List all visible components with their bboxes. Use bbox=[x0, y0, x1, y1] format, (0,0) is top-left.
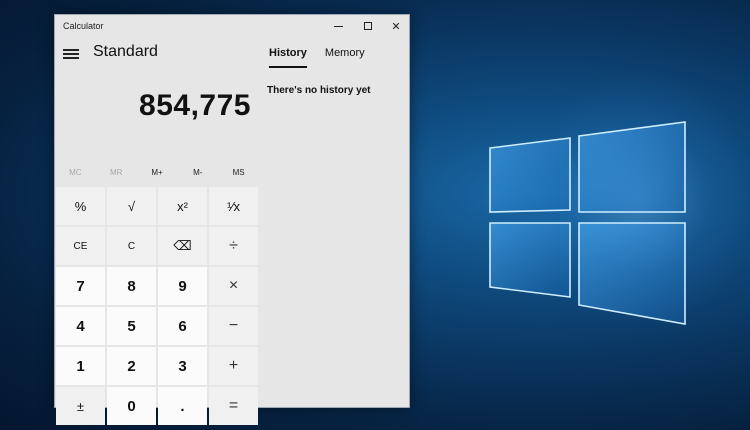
keypad: % √ x² ¹⁄x CE C ⌫ ÷ 7 8 9 × 4 5 6 − 1 2 … bbox=[56, 187, 258, 425]
minimize-button[interactable] bbox=[323, 15, 353, 37]
digit-7-button[interactable]: 7 bbox=[56, 267, 105, 305]
square-button[interactable]: x² bbox=[158, 187, 207, 225]
digit-3-button[interactable]: 3 bbox=[158, 347, 207, 385]
digit-2-button[interactable]: 2 bbox=[107, 347, 156, 385]
tab-history[interactable]: History bbox=[269, 47, 307, 68]
backspace-button[interactable]: ⌫ bbox=[158, 227, 207, 265]
close-icon: ✕ bbox=[391, 20, 401, 33]
memory-subtract-button[interactable]: M- bbox=[177, 165, 218, 181]
percent-button[interactable]: % bbox=[56, 187, 105, 225]
panel-tabs: History Memory bbox=[269, 47, 365, 68]
memory-add-button[interactable]: M+ bbox=[137, 165, 178, 181]
multiply-button[interactable]: × bbox=[209, 267, 258, 305]
add-button[interactable]: + bbox=[209, 347, 258, 385]
history-empty-message: There's no history yet bbox=[267, 85, 371, 96]
digit-4-button[interactable]: 4 bbox=[56, 307, 105, 345]
equals-button[interactable]: = bbox=[209, 387, 258, 425]
close-button[interactable]: ✕ bbox=[381, 15, 411, 37]
subtract-button[interactable]: − bbox=[209, 307, 258, 345]
reciprocal-button[interactable]: ¹⁄x bbox=[209, 187, 258, 225]
digit-0-button[interactable]: 0 bbox=[107, 387, 156, 425]
maximize-button[interactable] bbox=[353, 15, 383, 37]
history-panel: History Memory There's no history yet bbox=[259, 37, 409, 407]
maximize-icon bbox=[364, 22, 372, 30]
window-title: Calculator bbox=[63, 21, 104, 31]
result-display: 854,775 bbox=[139, 89, 251, 122]
mode-title: Standard bbox=[93, 43, 158, 60]
clear-entry-button[interactable]: CE bbox=[56, 227, 105, 265]
digit-9-button[interactable]: 9 bbox=[158, 267, 207, 305]
divide-button[interactable]: ÷ bbox=[209, 227, 258, 265]
square-root-button[interactable]: √ bbox=[107, 187, 156, 225]
memory-recall-button[interactable]: MR bbox=[96, 165, 137, 181]
minimize-icon bbox=[333, 25, 343, 27]
digit-6-button[interactable]: 6 bbox=[158, 307, 207, 345]
memory-buttons-row: MC MR M+ M- MS bbox=[55, 165, 259, 181]
digit-5-button[interactable]: 5 bbox=[107, 307, 156, 345]
hamburger-menu-icon[interactable] bbox=[63, 47, 79, 61]
memory-store-button[interactable]: MS bbox=[218, 165, 259, 181]
decimal-button[interactable]: . bbox=[158, 387, 207, 425]
memory-clear-button[interactable]: MC bbox=[55, 165, 96, 181]
calculator-panel: Standard 854,775 MC MR M+ M- MS % √ x² ¹… bbox=[55, 37, 259, 425]
negate-button[interactable]: ± bbox=[56, 387, 105, 425]
calculator-window: Calculator ✕ Standard 854,775 MC MR M+ M… bbox=[54, 14, 410, 425]
clear-button[interactable]: C bbox=[107, 227, 156, 265]
title-bar[interactable]: Calculator ✕ bbox=[55, 15, 409, 37]
digit-8-button[interactable]: 8 bbox=[107, 267, 156, 305]
digit-1-button[interactable]: 1 bbox=[56, 347, 105, 385]
tab-memory[interactable]: Memory bbox=[325, 47, 365, 65]
